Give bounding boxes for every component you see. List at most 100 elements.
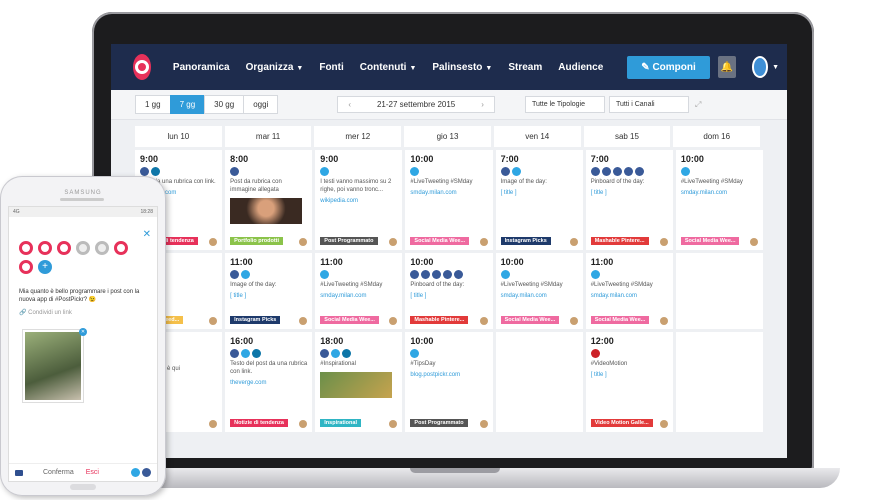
post-card[interactable]: 10:00 #LiveTweeting #SMday smday.milan.c… — [675, 150, 763, 250]
post-link[interactable]: smday.milan.com — [681, 190, 758, 198]
nav-fonti[interactable]: Fonti — [319, 62, 343, 73]
post-text: I testi vanno massimo su 2 righe, poi va… — [320, 179, 392, 193]
post-card[interactable]: 8:00 Post da rubrica con immagine allega… — [225, 150, 313, 250]
post-link[interactable]: smday.milan.com — [591, 293, 668, 301]
post-link[interactable]: blog.postpickr.com — [410, 372, 487, 380]
top-nav: Panoramica Organizza ▼ Fonti Contenuti ▼ P… — [111, 44, 787, 90]
post-time: 11:00 — [320, 257, 343, 267]
post-link[interactable]: [ title ] — [410, 293, 487, 301]
close-icon[interactable]: ✕ — [143, 229, 151, 240]
post-card[interactable]: 16:00 Testo del post da una rubrica con … — [225, 332, 313, 432]
twitter-icon — [680, 167, 690, 176]
post-link[interactable]: smday.milan.com — [501, 293, 578, 301]
add-profile-icon[interactable]: + — [38, 260, 52, 274]
post-time: 10:00 — [410, 154, 434, 164]
profile-avatar[interactable] — [19, 241, 33, 255]
filter-types-select[interactable]: Tutte le Tipologie — [524, 96, 605, 113]
view-today[interactable]: oggi — [243, 95, 279, 114]
post-card[interactable]: 10:00 #TipsDay blog.postpickr.com Post P… — [405, 332, 493, 432]
post-card[interactable]: 11:00 #LiveTweeting #SMday smday.milan.c… — [315, 253, 403, 329]
chevron-down-icon: ▼ — [296, 64, 304, 72]
nav-audience[interactable]: Audience — [558, 62, 603, 73]
nav-stream[interactable]: Stream — [508, 62, 542, 73]
view-1-day[interactable]: 1 gg — [135, 95, 171, 114]
exit-button[interactable]: Esci — [86, 469, 99, 476]
postpickr-logo-icon[interactable] — [133, 54, 151, 80]
empty-slot[interactable] — [675, 253, 763, 329]
nav-organizza[interactable]: Organizza ▼ — [246, 62, 304, 73]
chevron-left-icon[interactable]: ‹ — [348, 100, 351, 109]
chevron-right-icon[interactable]: › — [481, 100, 484, 109]
facebook-icon — [443, 270, 453, 279]
post-card[interactable]: 9:00 I testi vanno massimo su 2 righe, p… — [315, 150, 403, 250]
post-text: #LiveTweeting #SMday — [500, 282, 563, 288]
profile-avatar[interactable] — [38, 241, 52, 255]
post-link[interactable]: smday.milan.com — [410, 190, 487, 198]
author-avatar — [569, 238, 578, 246]
category-tag: Social Media Wee... — [680, 237, 740, 245]
post-link[interactable]: smday.milan.com — [320, 293, 397, 301]
camera-icon[interactable] — [15, 469, 23, 476]
author-avatar — [209, 238, 218, 246]
profile-avatar[interactable] — [19, 260, 33, 274]
profile-avatar[interactable] — [76, 241, 90, 255]
author-avatar — [479, 317, 488, 325]
nav-panoramica[interactable]: Panoramica — [173, 62, 230, 73]
post-message[interactable]: Mia quanto è bello programmare i post co… — [9, 274, 157, 305]
confirm-button[interactable]: Conferma — [43, 469, 74, 476]
post-card[interactable]: 11:00 #LiveTweeting #SMday smday.milan.c… — [585, 253, 673, 329]
view-7-days[interactable]: 7 gg — [169, 95, 206, 114]
day-header: ven 14 — [493, 126, 581, 149]
date-range-picker[interactable]: ‹ 21-27 settembre 2015 › — [337, 96, 495, 113]
post-text: #VideoMotion — [590, 361, 628, 367]
view-30-days[interactable]: 30 gg — [204, 95, 245, 114]
post-link[interactable]: theverge.com — [230, 380, 307, 388]
post-time: 12:00 — [590, 336, 614, 346]
post-card[interactable]: 18:00 #Inspirational Inspirational — [315, 332, 403, 432]
post-link[interactable]: [ title ] — [230, 293, 307, 301]
home-button[interactable] — [70, 484, 96, 490]
profile-avatar[interactable] — [57, 241, 71, 255]
post-card[interactable]: 11:00 Image of the day: [ title ] Instag… — [225, 253, 313, 329]
chevron-down-icon: ▼ — [485, 64, 493, 72]
post-card[interactable]: 7:00 Image of the day: [ title ] Instagr… — [495, 150, 583, 250]
filter-channels-select[interactable]: Tutti i Canali — [608, 96, 689, 113]
post-link[interactable]: [ title ] — [591, 372, 668, 380]
profile-avatar[interactable] — [114, 241, 128, 255]
category-tag: Social Media Wee... — [410, 237, 470, 245]
post-card[interactable]: 10:00 Pinboard of the day: [ title ] Mas… — [405, 253, 493, 329]
notifications-bell-icon[interactable]: 🔔 — [717, 56, 736, 78]
compose-button[interactable]: ✎ Componi — [627, 55, 710, 79]
expand-icon[interactable]: ⤢ — [695, 100, 701, 110]
post-card[interactable]: 12:00 #VideoMotion [ title ] Video Motio… — [585, 332, 673, 432]
author-avatar — [389, 420, 398, 428]
nav-palinsesto[interactable]: Palinsesto ▼ — [432, 62, 492, 73]
post-card[interactable]: 10:00 #LiveTweeting #SMday smday.milan.c… — [405, 150, 493, 250]
category-tag: Notizie di tendenza — [230, 419, 288, 427]
app-screen: Panoramica Organizza ▼ Fonti Contenuti ▼ P… — [111, 44, 787, 458]
profile-avatar[interactable] — [95, 241, 109, 255]
post-link[interactable]: [ title ] — [501, 190, 578, 198]
post-card[interactable]: 7:00 Pinboard of the day: [ title ] Mash… — [585, 150, 673, 250]
post-link[interactable]: wikipedia.com — [320, 198, 397, 206]
user-avatar[interactable] — [751, 56, 769, 78]
post-card[interactable]: 10:00 #LiveTweeting #SMday smday.milan.c… — [495, 253, 583, 329]
facebook-icon — [612, 167, 622, 176]
nav-contenuti[interactable]: Contenuti ▼ — [360, 62, 417, 73]
share-link[interactable]: 🔗 Condividi un link — [9, 305, 157, 316]
empty-slot[interactable] — [495, 332, 583, 432]
remove-photo-icon[interactable]: ✕ — [79, 327, 87, 336]
empty-slot[interactable] — [675, 332, 763, 432]
post-time: 18:00 — [320, 336, 344, 346]
chevron-down-icon[interactable]: ▼ — [772, 64, 779, 71]
status-bar: 4G 18:28 — [9, 207, 157, 217]
phone-frame: SAMSUNG 4G 18:28 ✕ + Mia quanto è bello … — [0, 176, 166, 496]
author-avatar — [299, 238, 308, 246]
author-avatar — [750, 238, 758, 246]
day-header: gio 13 — [404, 126, 491, 149]
post-text: #TipsDay — [410, 361, 436, 367]
author-avatar — [299, 317, 308, 325]
post-time: 16:00 — [230, 336, 254, 346]
post-link[interactable]: [ title ] — [591, 190, 668, 198]
facebook-icon — [140, 167, 149, 176]
